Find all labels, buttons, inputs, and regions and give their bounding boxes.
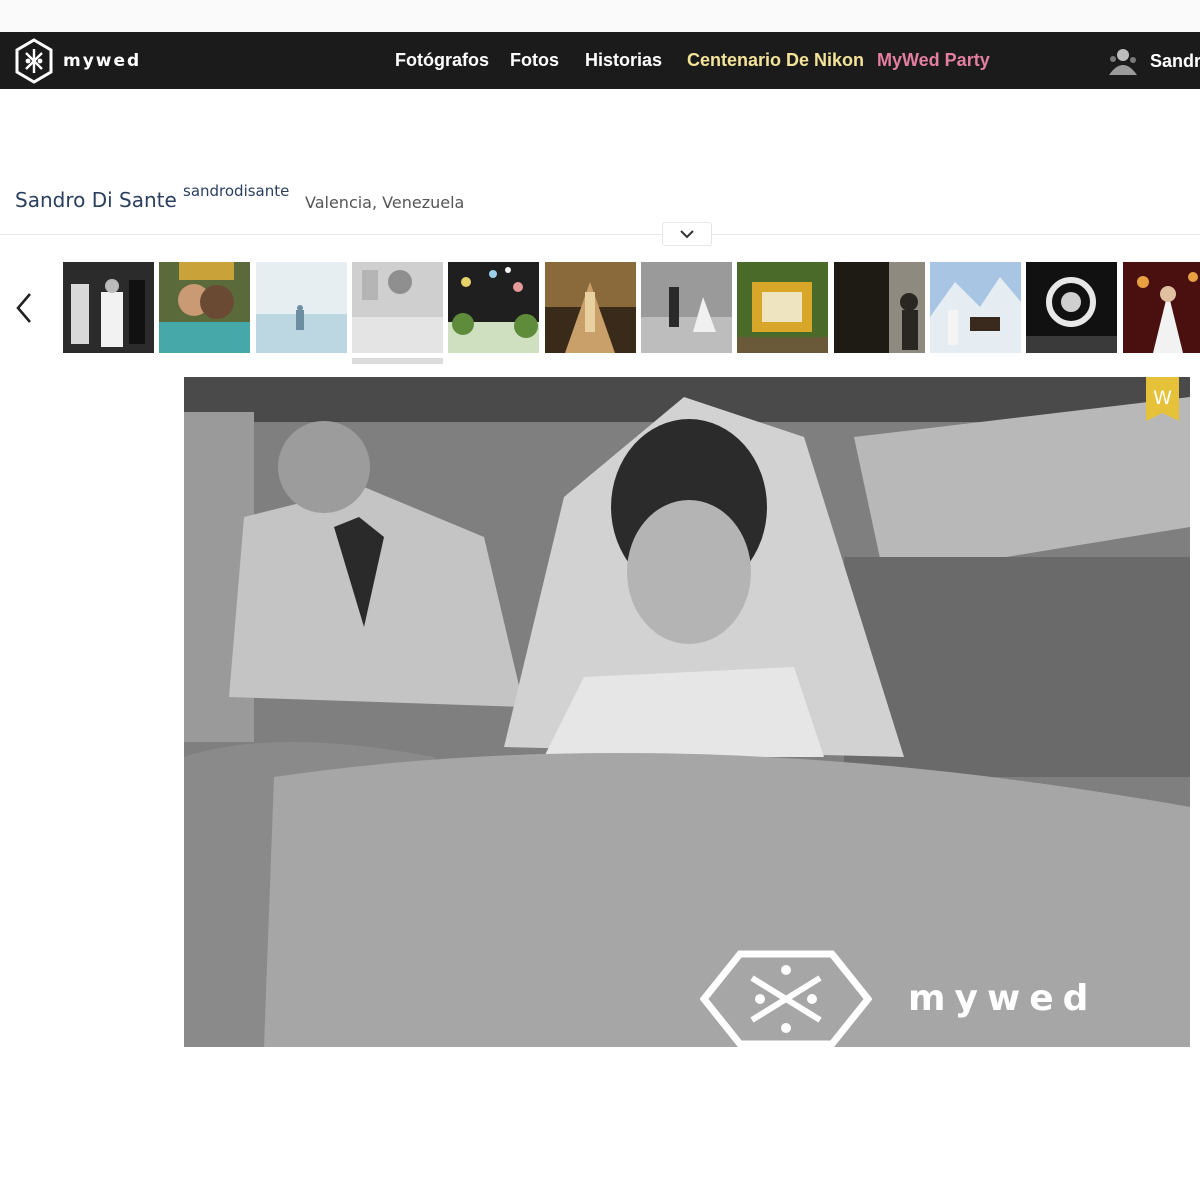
thumbnail-6[interactable] [545, 262, 636, 353]
thumbnail-2[interactable] [159, 262, 250, 353]
award-badge-letter: W [1153, 387, 1172, 409]
main-photo[interactable] [184, 377, 1190, 1047]
chevron-left-icon[interactable] [12, 290, 36, 326]
watermark-text: mywed [908, 978, 1098, 1019]
thumbnail-3[interactable] [256, 262, 347, 353]
top-navbar: mywed Fotógrafos Fotos Historias Centena… [0, 32, 1200, 89]
profile-divider [0, 234, 1200, 235]
nav-mywed-party[interactable]: MyWed Party [877, 49, 990, 71]
user-menu[interactable]: Sandro [1104, 45, 1200, 77]
photographer-location: Valencia, Venezuela [305, 193, 465, 212]
photographer-name[interactable]: Sandro Di Sante [15, 188, 177, 212]
thumbnail-10[interactable] [930, 262, 1021, 353]
wedding-photo-image [184, 377, 1190, 1047]
site-logo[interactable]: mywed [14, 37, 141, 85]
nav-fotos[interactable]: Fotos [510, 49, 559, 71]
mywed-logo-icon [15, 38, 53, 84]
thumbnail-12[interactable] [1123, 262, 1200, 353]
user-name: Sandro [1150, 50, 1200, 71]
thumbnail-4-active[interactable] [352, 262, 443, 353]
thumbnail-1[interactable] [63, 262, 154, 353]
nav-historias[interactable]: Historias [585, 49, 662, 71]
browser-top-strip [0, 0, 1200, 32]
nav-centenario-de-nikon[interactable]: Centenario De Nikon [687, 49, 864, 71]
thumbnail-8[interactable] [737, 262, 828, 353]
user-avatar [1104, 45, 1142, 77]
expand-profile-button[interactable] [662, 222, 712, 246]
award-badge-icon: W [1146, 377, 1179, 421]
thumbnail-7[interactable] [641, 262, 732, 353]
active-thumbnail-indicator [352, 358, 443, 364]
thumbnail-9[interactable] [834, 262, 925, 353]
logo-text: mywed [63, 51, 142, 71]
mywed-watermark-logo-icon [700, 950, 872, 1048]
nav-fotografos[interactable]: Fotógrafos [395, 49, 489, 71]
photographer-username[interactable]: sandrodisante [183, 182, 289, 200]
photo-thumbnail-strip [63, 262, 1200, 372]
chevron-down-icon [680, 230, 694, 239]
thumbnail-11[interactable] [1026, 262, 1117, 353]
thumbnail-5[interactable] [448, 262, 539, 353]
